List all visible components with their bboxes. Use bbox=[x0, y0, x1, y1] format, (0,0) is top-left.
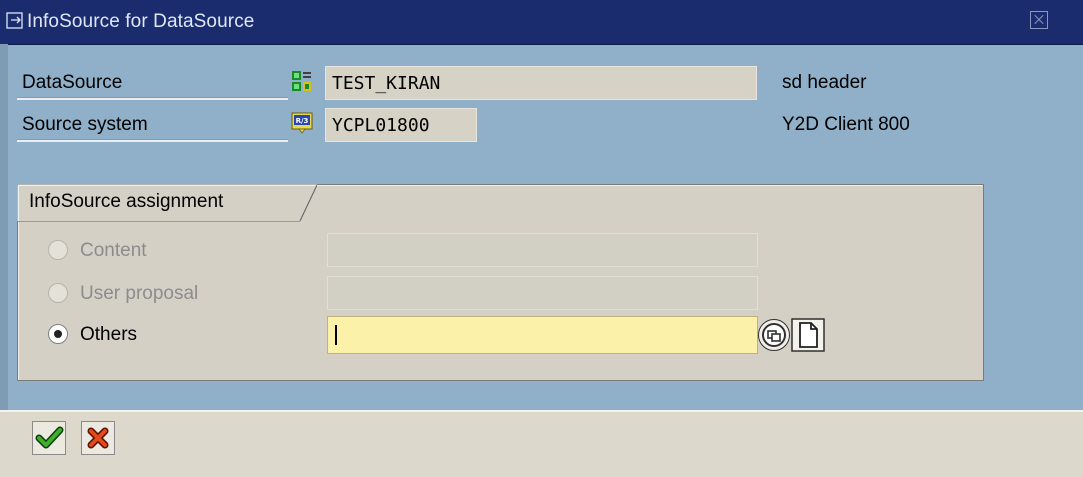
datasource-field: TEST_KIRAN bbox=[325, 66, 757, 100]
window-titlebar: InfoSource for DataSource bbox=[0, 0, 1083, 45]
create-document-icon[interactable] bbox=[791, 318, 825, 352]
window-edit-icon bbox=[6, 11, 25, 31]
radio-content[interactable]: Content bbox=[48, 236, 308, 266]
cancel-button[interactable] bbox=[81, 421, 115, 455]
radio-content-button[interactable] bbox=[48, 240, 68, 260]
source-system-field: YCPL01800 bbox=[325, 108, 477, 142]
datasource-description: sd header bbox=[782, 72, 867, 93]
confirm-button[interactable] bbox=[32, 421, 66, 455]
radio-others-button[interactable] bbox=[48, 324, 68, 344]
datasource-icon bbox=[291, 70, 313, 92]
cancel-x-icon bbox=[87, 427, 109, 449]
user-proposal-field bbox=[327, 276, 758, 310]
window-title: InfoSource for DataSource bbox=[27, 11, 255, 32]
svg-text:R/3: R/3 bbox=[296, 117, 309, 125]
group-title: InfoSource assignment bbox=[29, 191, 224, 212]
datasource-label: DataSource bbox=[17, 66, 288, 100]
source-system-description: Y2D Client 800 bbox=[782, 114, 910, 135]
close-icon[interactable] bbox=[1030, 11, 1048, 29]
radio-content-label: Content bbox=[80, 240, 147, 261]
source-system-label: Source system bbox=[17, 108, 288, 142]
value-help-icon[interactable] bbox=[758, 319, 790, 351]
checkmark-icon bbox=[35, 426, 64, 449]
radio-user-proposal-label: User proposal bbox=[80, 283, 199, 304]
window-left-edge bbox=[0, 44, 8, 414]
others-infosource-input[interactable] bbox=[327, 316, 758, 354]
content-field bbox=[327, 233, 758, 267]
r3-system-icon: R/3 bbox=[291, 112, 313, 134]
radio-others-label: Others bbox=[80, 324, 138, 345]
radio-user-proposal-button[interactable] bbox=[48, 283, 68, 303]
text-cursor bbox=[335, 325, 337, 345]
dialog-footer bbox=[0, 410, 1083, 477]
group-title-underline bbox=[18, 221, 300, 222]
radio-others[interactable]: Others bbox=[48, 320, 308, 350]
radio-user-proposal[interactable]: User proposal bbox=[48, 279, 308, 309]
